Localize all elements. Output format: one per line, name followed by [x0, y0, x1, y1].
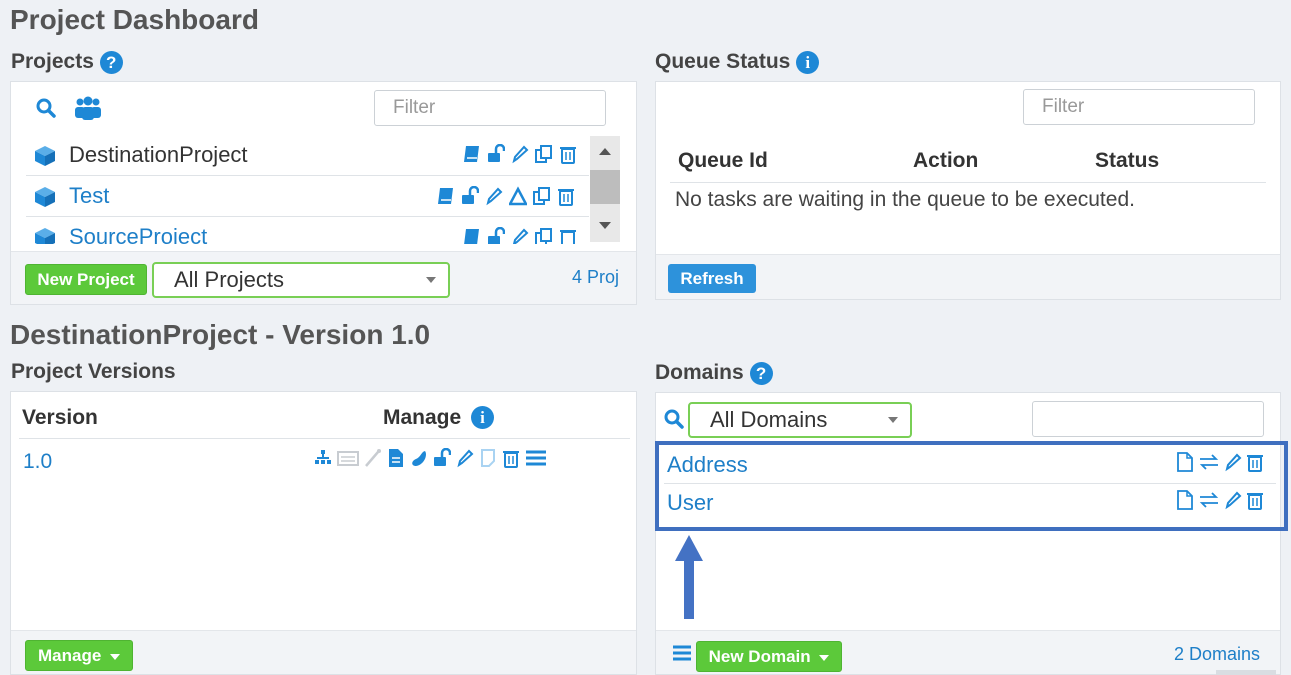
- manage-button[interactable]: Manage: [25, 640, 133, 671]
- column-header: Action: [913, 149, 979, 172]
- projects-heading: Projects ?: [11, 50, 123, 74]
- column-header: Manage: [383, 406, 462, 429]
- new-project-button[interactable]: New Project: [25, 264, 147, 295]
- trash-icon[interactable]: [557, 186, 575, 206]
- domains-count: 2 Domains: [1174, 644, 1261, 664]
- domains-heading-label: Domains: [655, 361, 744, 384]
- project-name: DestinationProject: [69, 142, 248, 167]
- info-icon[interactable]: i: [796, 50, 820, 74]
- bean-icon[interactable]: [410, 448, 428, 468]
- document-icon[interactable]: [387, 448, 405, 468]
- new-domain-button[interactable]: New Domain: [696, 641, 842, 672]
- manage-button-label: Manage: [37, 646, 102, 665]
- trash-icon[interactable]: [559, 144, 577, 164]
- projects-panel: Filter DestinationProject Test SourcePro…: [10, 81, 637, 305]
- book-icon[interactable]: [437, 186, 455, 206]
- cube-icon: [35, 228, 55, 244]
- table-row[interactable]: 1.0: [19, 444, 630, 480]
- domains-heading: Domains ?: [655, 361, 773, 385]
- copy-icon[interactable]: [535, 227, 553, 244]
- copy-icon[interactable]: [533, 186, 551, 206]
- book-icon[interactable]: [463, 144, 481, 164]
- versions-panel: Version Manage i 1.0 Manage: [10, 391, 637, 675]
- projects-count: 4 Proj: [572, 267, 620, 287]
- caret-down-icon: [110, 653, 121, 660]
- cube-icon: [35, 187, 55, 207]
- projects-select[interactable]: All Projects: [152, 262, 450, 298]
- queue-panel: Filter Queue Id Action Status No tasks a…: [655, 81, 1281, 300]
- list-item[interactable]: Test: [26, 176, 589, 217]
- projects-heading-label: Projects: [11, 50, 94, 73]
- versions-footer: Manage: [11, 630, 636, 674]
- list-item[interactable]: SourceProject: [26, 217, 589, 244]
- chevron-down-icon: [426, 277, 436, 283]
- caret-down-icon: [819, 654, 830, 661]
- menu-icon[interactable]: [672, 644, 692, 662]
- pencil-icon[interactable]: [456, 448, 474, 468]
- menu-icon[interactable]: [525, 448, 547, 468]
- trash-icon[interactable]: [502, 448, 520, 468]
- arrow-up-icon: [675, 535, 703, 619]
- list-box-icon: [337, 451, 359, 466]
- list-item[interactable]: DestinationProject: [26, 134, 589, 176]
- bottom-edge-element: [1216, 670, 1276, 675]
- projects-select-value: All Projects: [174, 267, 285, 292]
- search-icon[interactable]: [664, 409, 684, 429]
- projects-list: DestinationProject Test SourceProject: [26, 134, 589, 244]
- book-icon[interactable]: [463, 227, 481, 244]
- delta-icon[interactable]: [509, 186, 527, 206]
- refresh-button[interactable]: Refresh: [668, 264, 756, 293]
- cube-icon: [35, 146, 55, 166]
- users-icon[interactable]: [73, 96, 103, 120]
- scroll-thumb[interactable]: [590, 170, 620, 204]
- queue-filter-input[interactable]: Filter: [1023, 89, 1255, 125]
- trash-icon[interactable]: [559, 227, 577, 244]
- queue-empty-message: No tasks are waiting in the queue to be …: [675, 188, 1135, 211]
- projects-filter-input[interactable]: Filter: [374, 90, 606, 126]
- unlock-icon[interactable]: [487, 144, 505, 164]
- queue-heading: Queue Status i: [655, 50, 820, 74]
- domains-panel: All Domains Address User New Domain 2 Do…: [655, 392, 1281, 675]
- unlock-icon[interactable]: [461, 186, 479, 206]
- search-icon[interactable]: [36, 98, 56, 118]
- sitemap-icon[interactable]: [314, 448, 332, 468]
- queue-table-header: Queue Id Action Status: [670, 147, 1266, 183]
- new-domain-button-label: New Domain: [708, 647, 811, 666]
- versions-heading: Project Versions: [11, 360, 176, 383]
- domains-filter-input[interactable]: [1032, 401, 1264, 437]
- copy-icon[interactable]: [535, 144, 553, 164]
- column-header: Status: [1095, 149, 1160, 172]
- domains-select-value: All Domains: [710, 407, 828, 432]
- pencil-icon[interactable]: [511, 227, 529, 244]
- help-icon[interactable]: ?: [99, 50, 123, 74]
- versions-table-header: Version Manage i: [19, 400, 630, 439]
- version-section-title: DestinationProject - Version 1.0: [10, 319, 431, 350]
- projects-footer: New Project All Projects 4 Proj: [11, 251, 636, 304]
- project-name[interactable]: SourceProject: [69, 224, 207, 244]
- column-header: Queue Id: [678, 149, 768, 172]
- scroll-down-icon[interactable]: [599, 222, 611, 229]
- help-icon[interactable]: ?: [749, 361, 773, 385]
- scroll-up-icon[interactable]: [599, 148, 611, 155]
- note-icon: [481, 449, 495, 467]
- column-header: Version: [22, 406, 98, 429]
- pencil-icon[interactable]: [511, 144, 529, 164]
- wand-icon: [365, 449, 381, 467]
- domains-footer: New Domain 2 Domains: [656, 630, 1280, 674]
- queue-footer: Refresh: [656, 254, 1280, 299]
- chevron-down-icon: [888, 417, 898, 423]
- page-title: Project Dashboard: [10, 4, 259, 35]
- project-name[interactable]: Test: [69, 183, 109, 209]
- projects-scrollbar[interactable]: [590, 136, 620, 242]
- version-link[interactable]: 1.0: [23, 450, 52, 474]
- unlock-icon[interactable]: [433, 448, 451, 468]
- highlight-box: [655, 441, 1288, 531]
- domains-select[interactable]: All Domains: [688, 402, 912, 438]
- pencil-icon[interactable]: [485, 186, 503, 206]
- queue-heading-label: Queue Status: [655, 50, 791, 73]
- info-icon[interactable]: i: [471, 406, 494, 429]
- unlock-icon[interactable]: [487, 227, 505, 244]
